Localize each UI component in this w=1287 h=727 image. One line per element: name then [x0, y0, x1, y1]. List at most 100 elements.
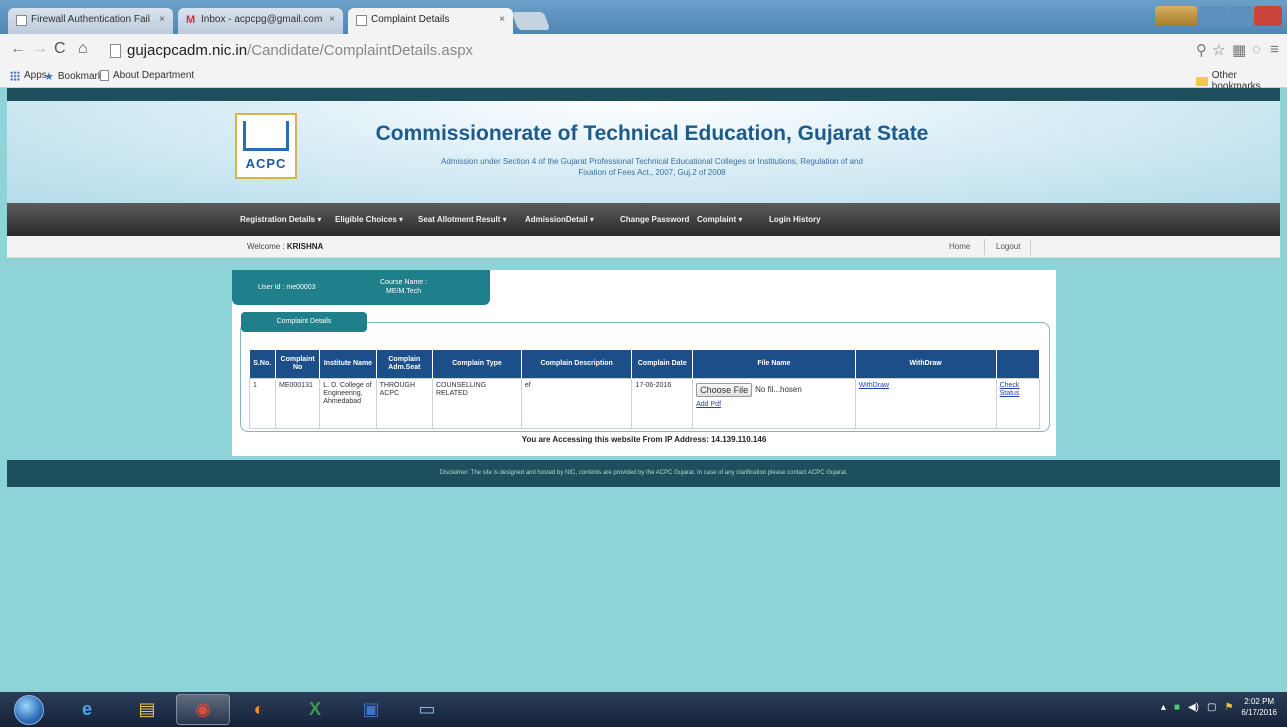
site-header: ACPC Commissionerate of Technical Educat…	[7, 101, 1280, 203]
app-tray-icon[interactable]: ■	[1174, 702, 1180, 713]
close-icon[interactable]: ×	[329, 14, 335, 25]
windows-taskbar: e ▤ ◉ ◐ X ▣ ▭ ▴ ■ ◀) ▢ ⚑ 2:02 PM 6/17/20…	[0, 692, 1287, 727]
footer: Disclaimer: The site is designed and hos…	[7, 460, 1280, 487]
menu-eligible-choices[interactable]: Eligible Choices ▾	[335, 215, 403, 224]
withdraw-link[interactable]: WithDraw	[859, 382, 889, 389]
firefox-icon[interactable]: ◐	[232, 694, 286, 725]
page-icon	[16, 15, 27, 26]
search-icon[interactable]: ⚲	[1196, 41, 1207, 59]
start-button[interactable]	[14, 695, 44, 725]
page-icon	[100, 70, 109, 81]
minimize-button[interactable]	[1200, 6, 1226, 26]
network-icon[interactable]: ▭	[400, 694, 454, 725]
star-icon: ★	[44, 71, 54, 83]
add-pdf-link[interactable]: Add Pdf	[696, 401, 721, 408]
star-icon[interactable]: ☆	[1212, 41, 1225, 59]
check-status-link[interactable]: Check Status	[1000, 382, 1020, 397]
bookmarks-bar: Apps ★ Bookmarks About Department Other …	[0, 66, 1287, 92]
menu-seat-allotment-result[interactable]: Seat Allotment Result ▾	[418, 215, 507, 224]
course-name: Course Name : ME/M.Tech	[380, 279, 428, 295]
folder-icon	[1196, 76, 1208, 86]
clock[interactable]: 2:02 PM 6/17/2016	[1241, 696, 1277, 718]
col-adm-seat: Complain Adm.Seat	[376, 350, 434, 378]
col-sno: S.No.	[249, 350, 276, 378]
bookmark-bookmarks[interactable]: ★ Bookmarks	[44, 70, 108, 83]
tab-title: Firewall Authentication Fail	[31, 14, 150, 25]
cell-institute: L. D. College of Engineering, Ahmedabad	[319, 377, 377, 429]
choose-file-button[interactable]: Choose File	[696, 382, 753, 397]
col-description: Complain Description	[521, 350, 633, 378]
address-bar[interactable]: gujacpcadm.nic.in/Candidate/ComplaintDet…	[110, 42, 473, 59]
volume-icon[interactable]: ◀)	[1188, 702, 1199, 713]
col-status	[996, 350, 1041, 378]
cell-type: COUNSELLING RELATED	[432, 377, 522, 429]
cell-status: Check Status	[995, 377, 1041, 429]
user-id: User Id : me00003	[258, 284, 316, 291]
col-complaint-no: Complaint No	[275, 350, 321, 378]
main-menu: Registration Details ▾ Eligible Choices …	[7, 203, 1280, 236]
bookmark-label: About Department	[113, 70, 195, 81]
cell-description: ef	[520, 377, 633, 429]
table-row: 1 ME000131 L. D. College of Engineering,…	[249, 377, 1041, 429]
menu-icon[interactable]: ≡	[1270, 41, 1279, 58]
welcome-bar: Welcome : KRISHNA Home Logout	[7, 236, 1280, 258]
gmail-icon: M	[186, 14, 196, 26]
extension-icon[interactable]: ◌	[1252, 41, 1261, 58]
menu-login-history[interactable]: Login History	[769, 215, 821, 224]
logout-link[interactable]: Logout	[996, 242, 1020, 251]
chrome-icon[interactable]: ◉	[176, 694, 230, 725]
cell-withdraw: WithDraw	[854, 377, 997, 429]
forward-icon[interactable]: →	[32, 40, 48, 58]
internet-explorer-icon[interactable]: e	[60, 694, 114, 725]
apps-icon	[10, 70, 20, 81]
complaint-table: S.No. Complaint No Institute Name Compla…	[249, 350, 1041, 429]
table-header-row: S.No. Complaint No Institute Name Compla…	[249, 350, 1041, 378]
reload-icon[interactable]: C	[54, 40, 66, 58]
excel-icon[interactable]: X	[288, 694, 342, 725]
close-icon[interactable]: ×	[159, 14, 165, 25]
new-tab-button[interactable]	[511, 12, 551, 30]
col-date: Complain Date	[631, 350, 694, 378]
col-institute-name: Institute Name	[319, 350, 377, 378]
tab-complaint-details[interactable]: Complaint Details ×	[348, 8, 513, 34]
home-icon[interactable]: ⌂	[78, 40, 88, 58]
bookmark-about-department[interactable]: About Department	[100, 70, 194, 81]
user-profile-button[interactable]	[1155, 6, 1197, 26]
site-title: Commissionerate of Technical Education, …	[375, 122, 929, 145]
flag-icon[interactable]: ⚑	[1224, 702, 1233, 713]
cell-file: Choose File No fil...hosen Add Pdf	[692, 377, 856, 429]
maximize-button[interactable]	[1228, 6, 1252, 26]
file-explorer-icon[interactable]: ▤	[120, 694, 174, 725]
cell-adm-seat: THROUGH ACPC	[375, 377, 434, 429]
file-status: No fil...hosen	[755, 384, 802, 394]
tab-title: Inbox - acpcpg@gmail.com	[201, 14, 323, 25]
page-icon	[356, 15, 367, 26]
cell-date: 17-06-2016	[631, 377, 694, 429]
close-icon[interactable]: ×	[499, 14, 505, 25]
ip-address-text: You are Accessing this website From IP A…	[521, 435, 767, 444]
acpc-logo: ACPC	[235, 113, 297, 179]
extension-icon[interactable]: ▦	[1232, 41, 1246, 59]
menu-admission-detail[interactable]: AdmissionDetail ▾	[525, 215, 594, 224]
tab-firewall[interactable]: Firewall Authentication Fail ×	[8, 8, 173, 34]
show-hidden-icons[interactable]: ▴	[1161, 702, 1166, 713]
menu-complaint[interactable]: Complaint ▾	[697, 215, 742, 224]
user-info-tab: User Id : me00003 Course Name : ME/M.Tec…	[232, 270, 490, 305]
close-window-button[interactable]	[1254, 6, 1282, 26]
back-icon[interactable]: ←	[10, 40, 26, 58]
menu-change-password[interactable]: Change Password	[620, 215, 689, 224]
file-input[interactable]: Choose File No fil...hosen	[696, 382, 852, 397]
disclaimer-text: Disclaimer: The site is designed and hos…	[439, 470, 848, 476]
user-name: KRISHNA	[286, 242, 324, 251]
bookmark-apps[interactable]: Apps	[10, 70, 47, 81]
col-withdraw: WithDraw	[855, 350, 997, 378]
network-tray-icon[interactable]: ▢	[1207, 702, 1216, 713]
welcome-text: Welcome : KRISHNA	[247, 242, 324, 251]
tab-inbox[interactable]: M Inbox - acpcpg@gmail.com ×	[178, 8, 343, 34]
remote-desktop-icon[interactable]: ▣	[344, 694, 398, 725]
menu-registration-details[interactable]: Registration Details ▾	[240, 215, 321, 224]
section-title: Complaint Details	[241, 312, 367, 332]
site-subtitle: Admission under Section 4 of the Gujarat…	[441, 157, 863, 177]
home-link[interactable]: Home	[949, 242, 970, 251]
url-host: gujacpcadm.nic.in	[127, 42, 248, 59]
